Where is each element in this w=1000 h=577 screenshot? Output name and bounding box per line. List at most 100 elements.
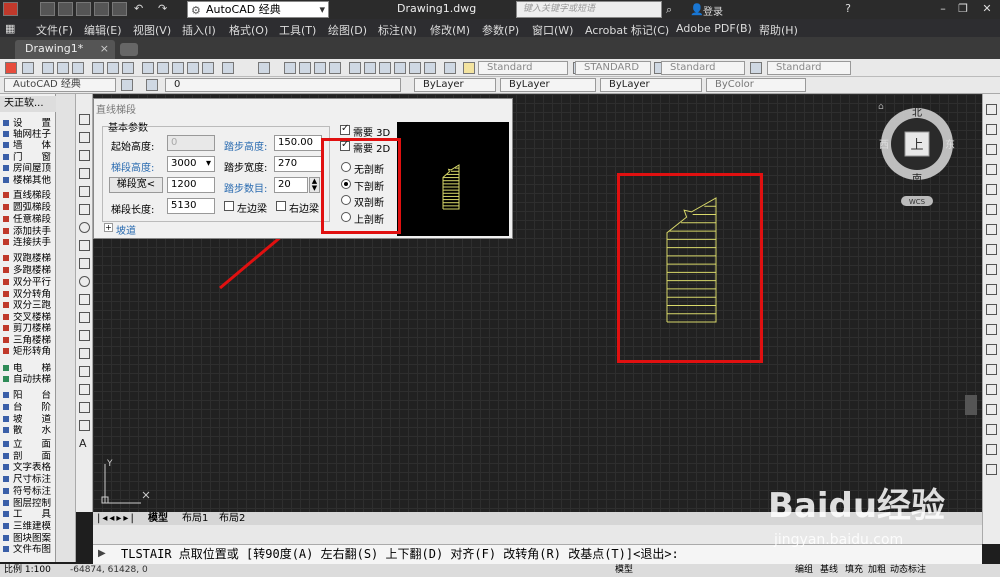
- left-beam-checkbox[interactable]: [224, 201, 234, 211]
- seg-height-select[interactable]: 3000 ▾: [167, 156, 215, 172]
- palette-item[interactable]: 直线梯段: [3, 190, 56, 201]
- offset-tool-icon[interactable]: [986, 164, 997, 175]
- step-height-field[interactable]: 150.00: [274, 135, 322, 151]
- array-tool-icon[interactable]: [986, 184, 997, 195]
- palette-item[interactable]: 图层控制: [3, 498, 56, 509]
- seg-width-field[interactable]: 1200: [167, 177, 215, 193]
- app-menu-icon[interactable]: ▦: [5, 22, 15, 35]
- break-tool-icon[interactable]: [986, 324, 997, 335]
- open-icon[interactable]: [57, 62, 69, 74]
- make-block-icon[interactable]: [79, 330, 90, 341]
- app-logo-icon[interactable]: [3, 2, 18, 16]
- linetype-select[interactable]: ByLayer: [500, 78, 596, 92]
- search-input[interactable]: 键入关键字或短语: [516, 1, 662, 18]
- palette-item[interactable]: 双分三跑: [3, 300, 56, 311]
- qa-plot-icon[interactable]: [112, 2, 127, 16]
- palette-item[interactable]: 工 具: [3, 509, 56, 520]
- table-style-select[interactable]: Standard: [661, 61, 745, 75]
- text-style-select[interactable]: Standard: [478, 61, 568, 75]
- palette-item[interactable]: 交叉楼梯: [3, 312, 56, 323]
- insert-block-icon[interactable]: [79, 312, 90, 323]
- workspace-select[interactable]: ⚙ AutoCAD 经典 ▾: [187, 1, 329, 18]
- block-icon[interactable]: [202, 62, 214, 74]
- print-icon[interactable]: [92, 62, 104, 74]
- ellipse-arc-tool-icon[interactable]: [79, 294, 90, 305]
- workspace-settings-icon[interactable]: [121, 79, 133, 91]
- undo-icon[interactable]: ↶: [134, 2, 149, 16]
- palette-item[interactable]: 尺寸标注: [3, 474, 56, 485]
- copy-icon[interactable]: [157, 62, 169, 74]
- plotstyle-select[interactable]: ByColor: [706, 78, 806, 92]
- dynamic-dim-toggle[interactable]: 动态标注: [890, 564, 926, 577]
- matchprop-icon[interactable]: [187, 62, 199, 74]
- menu-file[interactable]: 文件(F): [36, 22, 73, 38]
- bold-toggle[interactable]: 加粗: [868, 564, 886, 577]
- copy-tool-icon[interactable]: [986, 124, 997, 135]
- model-toggle[interactable]: 模型: [615, 564, 633, 577]
- palette-item[interactable]: 台 阶: [3, 402, 56, 413]
- polygon-tool-icon[interactable]: [79, 168, 90, 179]
- save-icon[interactable]: [72, 62, 84, 74]
- trim-tool-icon[interactable]: [986, 284, 997, 295]
- fill-toggle[interactable]: 填充: [845, 564, 863, 577]
- menu-window[interactable]: 窗口(W): [532, 22, 573, 38]
- revcloud-tool-icon[interactable]: [79, 240, 90, 251]
- palette-item[interactable]: 双分平行: [3, 277, 56, 288]
- qa-saveas-icon[interactable]: [94, 2, 109, 16]
- layout-nav-arrows[interactable]: |◂◂▸▸|: [97, 512, 136, 525]
- rotate-tool-icon[interactable]: [986, 224, 997, 235]
- arc-tool-icon[interactable]: [79, 204, 90, 215]
- circle-tool-icon[interactable]: [79, 222, 90, 233]
- close-icon[interactable]: ✕: [979, 1, 995, 17]
- menu-view[interactable]: 视图(V): [133, 22, 171, 38]
- calculator-icon[interactable]: [424, 62, 436, 74]
- region-tool-icon[interactable]: [79, 402, 90, 413]
- scale-tool-icon[interactable]: [986, 244, 997, 255]
- menu-edit[interactable]: 编辑(E): [84, 22, 122, 38]
- mirror-tool-icon[interactable]: [986, 144, 997, 155]
- explode-tool-icon[interactable]: [986, 404, 997, 415]
- search-icon[interactable]: ⌕: [666, 3, 672, 17]
- dim-style-select[interactable]: STANDARD: [575, 61, 651, 75]
- menu-dimension[interactable]: 标注(N): [378, 22, 417, 38]
- menu-parametric[interactable]: 参数(P): [482, 22, 519, 38]
- tool-c-icon[interactable]: [986, 464, 997, 475]
- palette-item[interactable]: 图块图案: [3, 533, 56, 544]
- close-tab-icon[interactable]: ×: [100, 40, 109, 58]
- hatch-tool-icon[interactable]: [79, 366, 90, 377]
- tool-a-icon[interactable]: [986, 424, 997, 435]
- workspace-select-2[interactable]: AutoCAD 经典: [4, 78, 116, 92]
- move-tool-icon[interactable]: [986, 204, 997, 215]
- expand-ramp-icon[interactable]: +: [104, 223, 113, 232]
- spline-tool-icon[interactable]: [79, 258, 90, 269]
- seg-length-field[interactable]: 5130: [167, 198, 215, 214]
- palette-item[interactable]: 文字表格: [3, 462, 56, 473]
- properties-icon[interactable]: [349, 62, 361, 74]
- tab-model[interactable]: 模型: [148, 512, 168, 525]
- mleader-style-select[interactable]: Standard: [767, 61, 851, 75]
- palette-item[interactable]: 三角楼梯: [3, 335, 56, 346]
- palette-item[interactable]: 电 梯: [3, 363, 56, 374]
- design-center-icon[interactable]: [364, 62, 376, 74]
- color-select[interactable]: ByLayer: [414, 78, 496, 92]
- tab-layout1[interactable]: 布局1: [182, 512, 208, 525]
- lineweight-select[interactable]: ByLayer: [600, 78, 702, 92]
- fillet-tool-icon[interactable]: [986, 384, 997, 395]
- palette-item[interactable]: 墙 体: [3, 140, 56, 151]
- qa-open-icon[interactable]: [58, 2, 73, 16]
- zoom-realtime-icon[interactable]: [299, 62, 311, 74]
- palette-item[interactable]: 楼梯其他: [3, 175, 56, 186]
- point-tool-icon[interactable]: [79, 348, 90, 359]
- zoom-window-icon[interactable]: [314, 62, 326, 74]
- scale-display[interactable]: 比例 1:100: [4, 564, 51, 577]
- group-toggle[interactable]: 编组: [795, 564, 813, 577]
- menu-help[interactable]: 帮助(H): [759, 22, 798, 38]
- qa-new-icon[interactable]: [40, 2, 55, 16]
- tarch-icon[interactable]: [5, 62, 17, 74]
- table-tool-icon[interactable]: [79, 420, 90, 431]
- xline-tool-icon[interactable]: [79, 132, 90, 143]
- palette-item[interactable]: 双分转角: [3, 289, 56, 300]
- chamfer-tool-icon[interactable]: [986, 364, 997, 375]
- undo-tb-icon[interactable]: [222, 62, 234, 74]
- login-link[interactable]: 登录: [703, 3, 723, 18]
